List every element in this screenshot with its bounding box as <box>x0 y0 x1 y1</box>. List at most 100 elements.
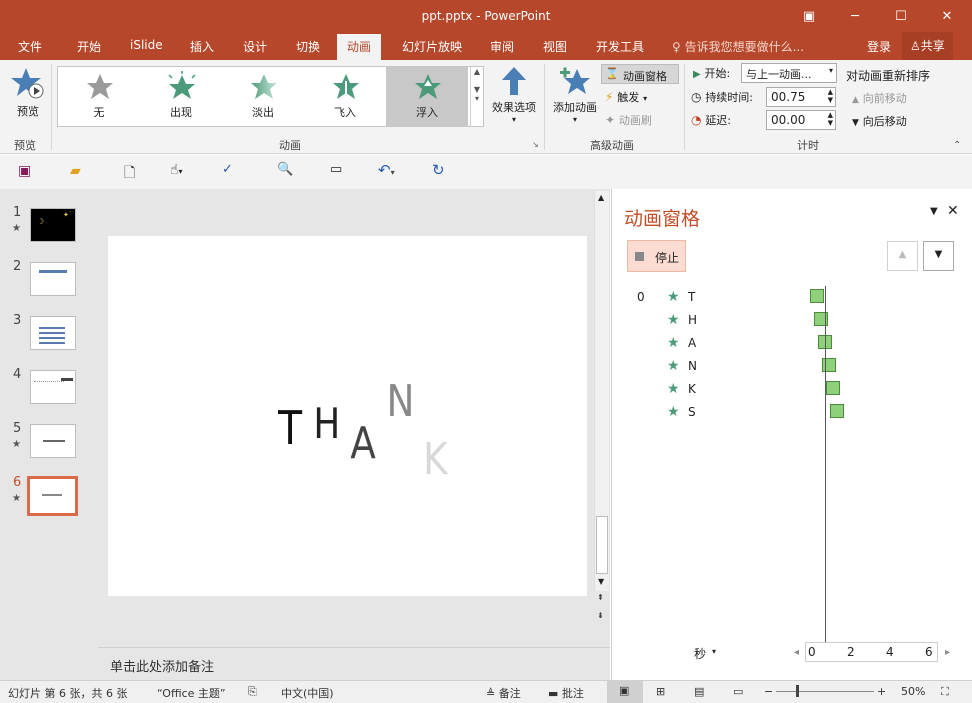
notes-placeholder: 单击此处添加备注 <box>110 660 215 675</box>
save-icon[interactable]: ▣ <box>18 163 31 179</box>
tab-slideshow[interactable]: 幻灯片放映 <box>402 38 462 55</box>
vertical-scrollbar[interactable]: ▲ ▼ <box>594 191 609 591</box>
start-select[interactable]: 与上一动画... ▾ <box>741 63 837 83</box>
zoom-slider[interactable] <box>776 691 874 692</box>
animation-row[interactable]: ★ A <box>612 332 972 355</box>
folder-icon[interactable]: ▰ <box>70 163 81 179</box>
new-file-icon[interactable]: 🗋 <box>124 162 135 186</box>
slide-letter-k[interactable]: K <box>423 434 448 485</box>
zoom-out-icon[interactable]: − <box>764 685 773 698</box>
move-earlier-button[interactable]: ▲ 向前移动 <box>852 90 907 106</box>
animation-painter-button[interactable]: ✦ 动画刷 <box>605 112 652 128</box>
reading-view-icon[interactable]: ▤ <box>694 685 704 698</box>
next-slide-icon[interactable]: ⇟ <box>597 611 604 621</box>
close-button[interactable]: ✕ <box>924 0 970 32</box>
share-button[interactable]: ♙共享 <box>902 32 953 60</box>
gallery-item-fly-in[interactable]: 飞入 <box>304 67 386 126</box>
dialog-launcher-icon[interactable]: ↘ <box>532 140 539 149</box>
move-later-button[interactable]: ▼ 向后移动 <box>852 113 907 129</box>
spellcheck-icon[interactable]: ⎘ <box>248 685 257 699</box>
zoom-in-icon[interactable]: + <box>877 685 886 698</box>
notes-toggle[interactable]: ≜ 备注 <box>486 685 521 701</box>
tab-home[interactable]: 开始 <box>77 38 101 55</box>
timeline-bar[interactable] <box>825 381 840 395</box>
tab-developer[interactable]: 开发工具 <box>596 38 644 55</box>
pane-options-icon[interactable]: ▼ <box>930 206 938 217</box>
fit-to-window-icon[interactable]: ⛶ <box>941 685 949 699</box>
tab-view[interactable]: 视图 <box>543 38 567 55</box>
ribbon-display-icon[interactable]: ▣ <box>786 0 832 32</box>
zoom-level[interactable]: 50% <box>901 685 925 698</box>
animation-row[interactable]: ★ N <box>612 355 972 378</box>
timeline-bar[interactable] <box>810 289 824 303</box>
time-unit-dropdown[interactable]: 秒 <box>694 645 706 662</box>
gallery-scroll[interactable]: ▲ ▼ ▾ <box>470 67 483 126</box>
slide-letter-n[interactable]: N <box>386 376 414 427</box>
trigger-button[interactable]: ⚡ 触发 ▾ <box>605 89 647 107</box>
login-link[interactable]: 登录 <box>867 38 891 55</box>
tell-me-box[interactable]: ♀ 告诉我您想要做什么... <box>672 38 804 55</box>
duration-input[interactable]: 00.75 ▲ ▼ <box>766 87 836 107</box>
slide-thumbnail-5[interactable] <box>30 424 76 458</box>
slide-thumbnail-3[interactable] <box>30 316 76 350</box>
slide-thumbnail-2[interactable] <box>30 262 76 296</box>
preview-button[interactable]: 预览 <box>8 66 48 128</box>
touch-mode-icon[interactable]: ☝▾ <box>170 162 183 178</box>
slide-thumbnail-6[interactable] <box>27 476 78 516</box>
stop-button[interactable]: 停止 <box>627 240 686 272</box>
pane-close-icon[interactable]: ✕ <box>947 203 959 219</box>
animation-row[interactable]: 0 ★ T <box>612 286 972 309</box>
tab-insert[interactable]: 插入 <box>190 38 214 55</box>
tab-transitions[interactable]: 切换 <box>296 38 320 55</box>
slide-thumbnail-4[interactable] <box>30 370 76 404</box>
tab-file[interactable]: 文件 <box>18 38 42 55</box>
slide-letter-a[interactable]: A <box>350 418 376 469</box>
timeline-cursor <box>825 286 826 656</box>
move-down-button[interactable]: ▼ <box>923 241 954 271</box>
normal-view-button[interactable]: ▣ <box>607 681 643 703</box>
slide-sorter-icon[interactable]: ⊞ <box>656 685 665 698</box>
print-preview-icon[interactable]: 🔍 <box>277 162 293 177</box>
spelling-icon[interactable]: ✓ <box>222 162 233 177</box>
timeline-bar[interactable] <box>821 358 836 372</box>
tab-islide[interactable]: iSlide <box>130 38 163 52</box>
thumb-number: 2 <box>13 259 22 274</box>
comments-toggle[interactable]: ▬ 批注 <box>548 685 584 701</box>
slide-canvas[interactable]: T H A N K <box>108 236 587 596</box>
gallery-item-fade[interactable]: 淡出 <box>222 67 304 126</box>
minimize-button[interactable]: ─ <box>832 0 878 32</box>
slide-thumbnail-1[interactable]: ☽ ✦˙ <box>30 208 76 242</box>
animation-pane-toggle[interactable]: ⌛ 动画窗格 <box>601 64 679 84</box>
redo-icon[interactable]: ↻ <box>432 161 445 179</box>
tab-review[interactable]: 审阅 <box>490 38 514 55</box>
scroll-up-icon[interactable]: ▲ <box>598 193 604 202</box>
animation-row[interactable]: ★ H <box>612 309 972 332</box>
zoom-slider-handle[interactable] <box>796 685 799 697</box>
animation-row[interactable]: ★ K <box>612 378 972 401</box>
timeline-bar[interactable] <box>829 404 844 418</box>
gallery-item-none[interactable]: 无 <box>58 67 140 126</box>
maximize-button[interactable]: ☐ <box>878 0 924 32</box>
slideshow-icon[interactable]: ▭ <box>330 162 342 177</box>
timeline-scroll-left[interactable]: ◂ <box>794 647 799 658</box>
tab-design[interactable]: 设计 <box>243 38 267 55</box>
slide-letter-t[interactable]: T <box>278 401 302 455</box>
scroll-down-icon[interactable]: ▼ <box>598 577 604 586</box>
slideshow-view-icon[interactable]: ▭ <box>733 685 743 698</box>
language-indicator[interactable]: 中文(中国) <box>281 685 334 701</box>
scroll-thumb[interactable] <box>596 516 608 574</box>
animation-row[interactable]: ★ S <box>612 401 972 424</box>
collapse-ribbon-icon[interactable]: ⌃ <box>953 140 961 151</box>
delay-input[interactable]: 00.00 ▲ ▼ <box>766 110 836 130</box>
prev-slide-icon[interactable]: ⇞ <box>597 593 604 603</box>
undo-icon[interactable]: ↶▾ <box>378 161 395 179</box>
add-animation-button[interactable]: 添加动画 ▾ <box>549 66 601 128</box>
effect-options-button[interactable]: 效果选项 ▾ <box>488 66 540 128</box>
notes-area[interactable]: 单击此处添加备注 <box>98 647 610 680</box>
move-up-button[interactable]: ▲ <box>887 241 918 271</box>
slide-letter-h[interactable]: H <box>313 399 340 448</box>
gallery-item-float-in[interactable]: 浮入 <box>386 67 468 126</box>
gallery-item-appear[interactable]: 出现 <box>140 67 222 126</box>
timeline-scroll-right[interactable]: ▸ <box>945 647 950 658</box>
tab-animations[interactable]: 动画 <box>337 34 382 60</box>
